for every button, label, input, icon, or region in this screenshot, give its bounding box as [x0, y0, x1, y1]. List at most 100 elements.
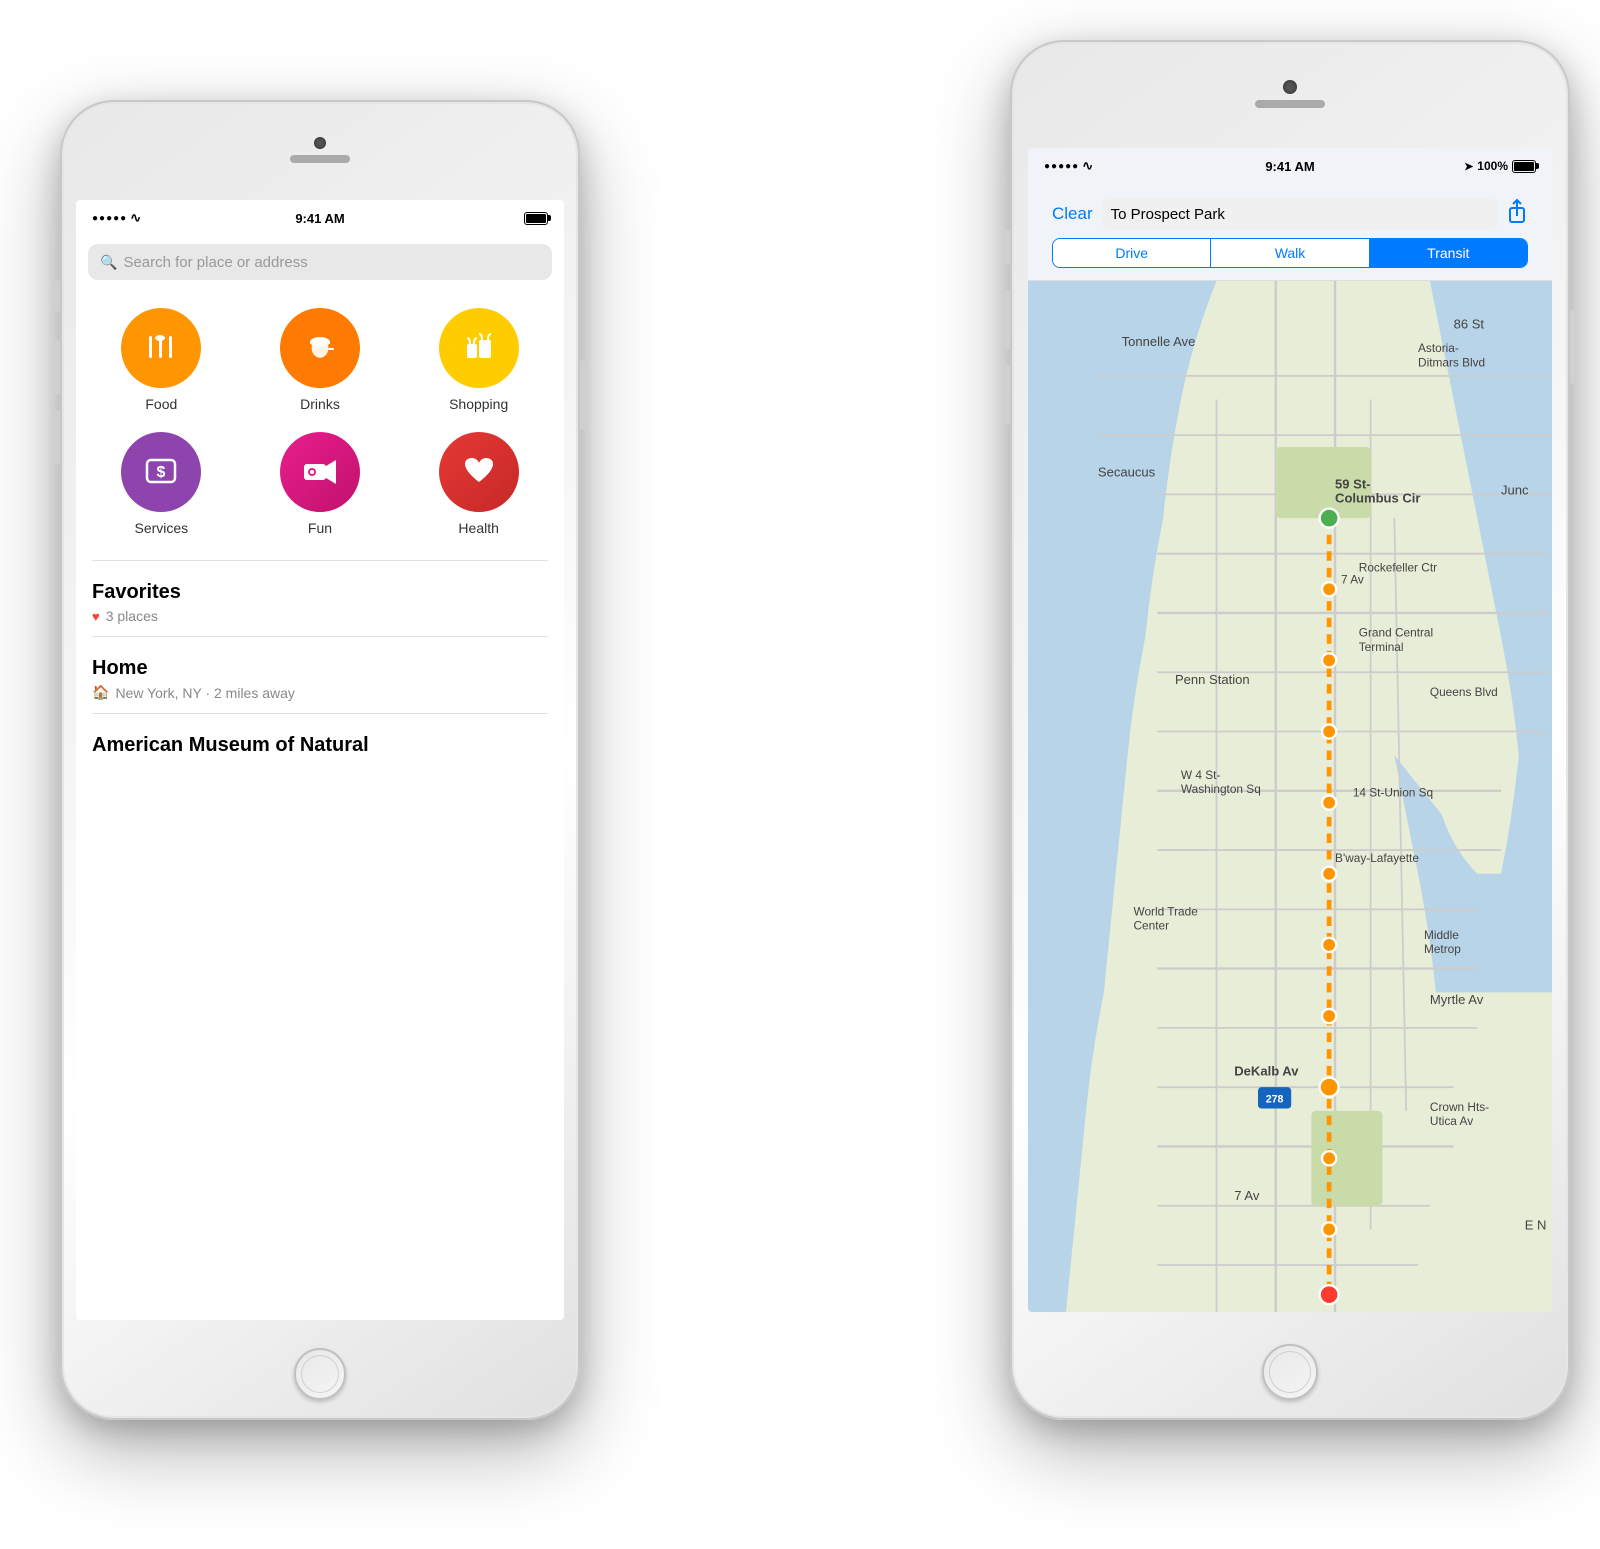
services-label: Services [134, 520, 188, 536]
svg-text:Junc: Junc [1501, 482, 1529, 497]
status-time-right: 9:41 AM [1265, 159, 1314, 174]
battery-percent: 100% [1477, 159, 1508, 173]
earpiece-speaker [290, 155, 350, 163]
home-button-right[interactable] [1262, 1344, 1318, 1400]
power-button[interactable] [580, 360, 585, 430]
front-camera-right [1283, 80, 1297, 94]
right-phone-screen: ●●●●● ∿ 9:41 AM ➤ 100% [1028, 148, 1552, 1312]
tab-transit[interactable]: Transit [1370, 239, 1527, 267]
home-address: New York, NY · 2 miles away [115, 685, 294, 701]
shopping-circle [439, 308, 519, 388]
transport-tabs: Drive Walk Transit [1052, 238, 1528, 268]
battery-right [1512, 160, 1536, 173]
svg-text:86 St: 86 St [1454, 316, 1485, 331]
food-circle [121, 308, 201, 388]
map-area[interactable]: Tonnelle Ave 86 St Astoria- Ditmars Blvd… [1028, 281, 1552, 1312]
svg-text:278: 278 [1266, 1094, 1284, 1106]
svg-text:Tonnelle Ave: Tonnelle Ave [1122, 334, 1196, 349]
tab-drive[interactable]: Drive [1053, 239, 1210, 267]
scene: ●●●●● ∿ 9:41 AM 🔍 Search for place or ad… [0, 0, 1600, 1549]
heart-icon: ♥ [92, 609, 100, 624]
status-bar-right: ●●●●● ∿ 9:41 AM ➤ 100% [1028, 148, 1552, 184]
volume-down-button-right[interactable] [1005, 365, 1010, 425]
svg-text:Rockefeller Ctr: Rockefeller Ctr [1359, 560, 1437, 574]
home-section[interactable]: Home 🏠 New York, NY · 2 miles away [76, 641, 564, 709]
search-placeholder: Search for place or address [123, 254, 307, 271]
museum-section[interactable]: American Museum of Natural [76, 718, 564, 769]
front-camera [314, 137, 326, 149]
svg-text:$: $ [157, 464, 166, 481]
category-health[interactable]: Health [409, 432, 548, 536]
svg-text:Secaucus: Secaucus [1098, 465, 1156, 480]
battery-area-right: ➤ 100% [1464, 159, 1536, 173]
svg-text:Middle: Middle [1424, 928, 1459, 942]
category-shopping[interactable]: Shopping [409, 308, 548, 412]
volume-down-button[interactable] [55, 410, 60, 465]
signal-dots: ●●●●● [92, 213, 127, 224]
nav-content: Clear To Prospect Park [1028, 184, 1552, 1312]
favorites-subtitle: ♥ 3 places [92, 608, 548, 624]
divider-1 [92, 560, 548, 561]
wifi-icon-right: ∿ [1082, 158, 1093, 174]
svg-text:Terminal: Terminal [1359, 640, 1404, 654]
battery-box [524, 212, 548, 225]
volume-up-button-right[interactable] [1005, 290, 1010, 350]
left-phone-screen: ●●●●● ∿ 9:41 AM 🔍 Search for place or ad… [76, 200, 564, 1320]
search-icon: 🔍 [100, 254, 117, 271]
category-food[interactable]: Food [92, 308, 231, 412]
volume-up-button[interactable] [55, 340, 60, 395]
battery-area-left [524, 212, 548, 225]
svg-text:Queens Blvd: Queens Blvd [1430, 685, 1498, 699]
tab-walk[interactable]: Walk [1211, 239, 1368, 267]
nav-header: Clear To Prospect Park [1040, 190, 1540, 238]
favorites-section[interactable]: Favorites ♥ 3 places [76, 565, 564, 632]
svg-text:Penn Station: Penn Station [1175, 672, 1250, 687]
search-bar[interactable]: 🔍 Search for place or address [88, 244, 552, 280]
fun-label: Fun [308, 520, 332, 536]
svg-text:Utica Av: Utica Av [1430, 1114, 1473, 1128]
svg-text:Myrtle Av: Myrtle Av [1430, 992, 1484, 1007]
left-phone-top-bar [60, 100, 580, 200]
mute-button-right[interactable] [1005, 230, 1010, 265]
svg-text:7 Av: 7 Av [1234, 1188, 1260, 1203]
home-subtitle: 🏠 New York, NY · 2 miles away [92, 684, 548, 701]
category-services[interactable]: $ Services [92, 432, 231, 536]
clear-button[interactable]: Clear [1052, 204, 1093, 224]
services-circle: $ [121, 432, 201, 512]
battery-box-right [1512, 160, 1536, 173]
svg-text:Grand Central: Grand Central [1359, 626, 1433, 640]
status-bar-left: ●●●●● ∿ 9:41 AM [76, 200, 564, 236]
home-title: Home [92, 657, 548, 680]
svg-text:Metrop: Metrop [1424, 942, 1461, 956]
location-icon: ➤ [1464, 160, 1473, 173]
category-drinks[interactable]: Drinks [251, 308, 390, 412]
wifi-icon: ∿ [130, 210, 141, 226]
map-svg: Tonnelle Ave 86 St Astoria- Ditmars Blvd… [1028, 281, 1552, 1312]
home-button-left[interactable] [294, 1348, 346, 1400]
battery-fill-right [1514, 162, 1534, 171]
mute-button[interactable] [55, 280, 60, 312]
svg-text:Ditmars Blvd: Ditmars Blvd [1418, 355, 1485, 369]
status-time-left: 9:41 AM [295, 211, 344, 226]
signal-dots-right: ●●●●● [1044, 161, 1079, 172]
power-button-right[interactable] [1570, 310, 1575, 385]
home-button-ring-right [1269, 1351, 1311, 1393]
destination-text: To Prospect Park [1111, 206, 1225, 223]
svg-text:World Trade: World Trade [1134, 904, 1199, 918]
divider-2 [92, 636, 548, 637]
svg-text:Center: Center [1134, 918, 1170, 932]
share-button[interactable] [1506, 198, 1528, 230]
drinks-circle [280, 308, 360, 388]
drinks-label: Drinks [300, 396, 340, 412]
favorites-title: Favorites [92, 581, 548, 604]
left-iphone: ●●●●● ∿ 9:41 AM 🔍 Search for place or ad… [60, 100, 580, 1420]
divider-3 [92, 713, 548, 714]
svg-text:14 St-Union Sq: 14 St-Union Sq [1353, 786, 1433, 800]
destination-field[interactable]: To Prospect Park [1101, 198, 1498, 230]
shopping-label: Shopping [449, 396, 508, 412]
right-phone-top-bar [1010, 40, 1570, 148]
battery-fill [526, 214, 546, 223]
battery-left [524, 212, 548, 225]
category-fun[interactable]: Fun [251, 432, 390, 536]
food-label: Food [145, 396, 177, 412]
